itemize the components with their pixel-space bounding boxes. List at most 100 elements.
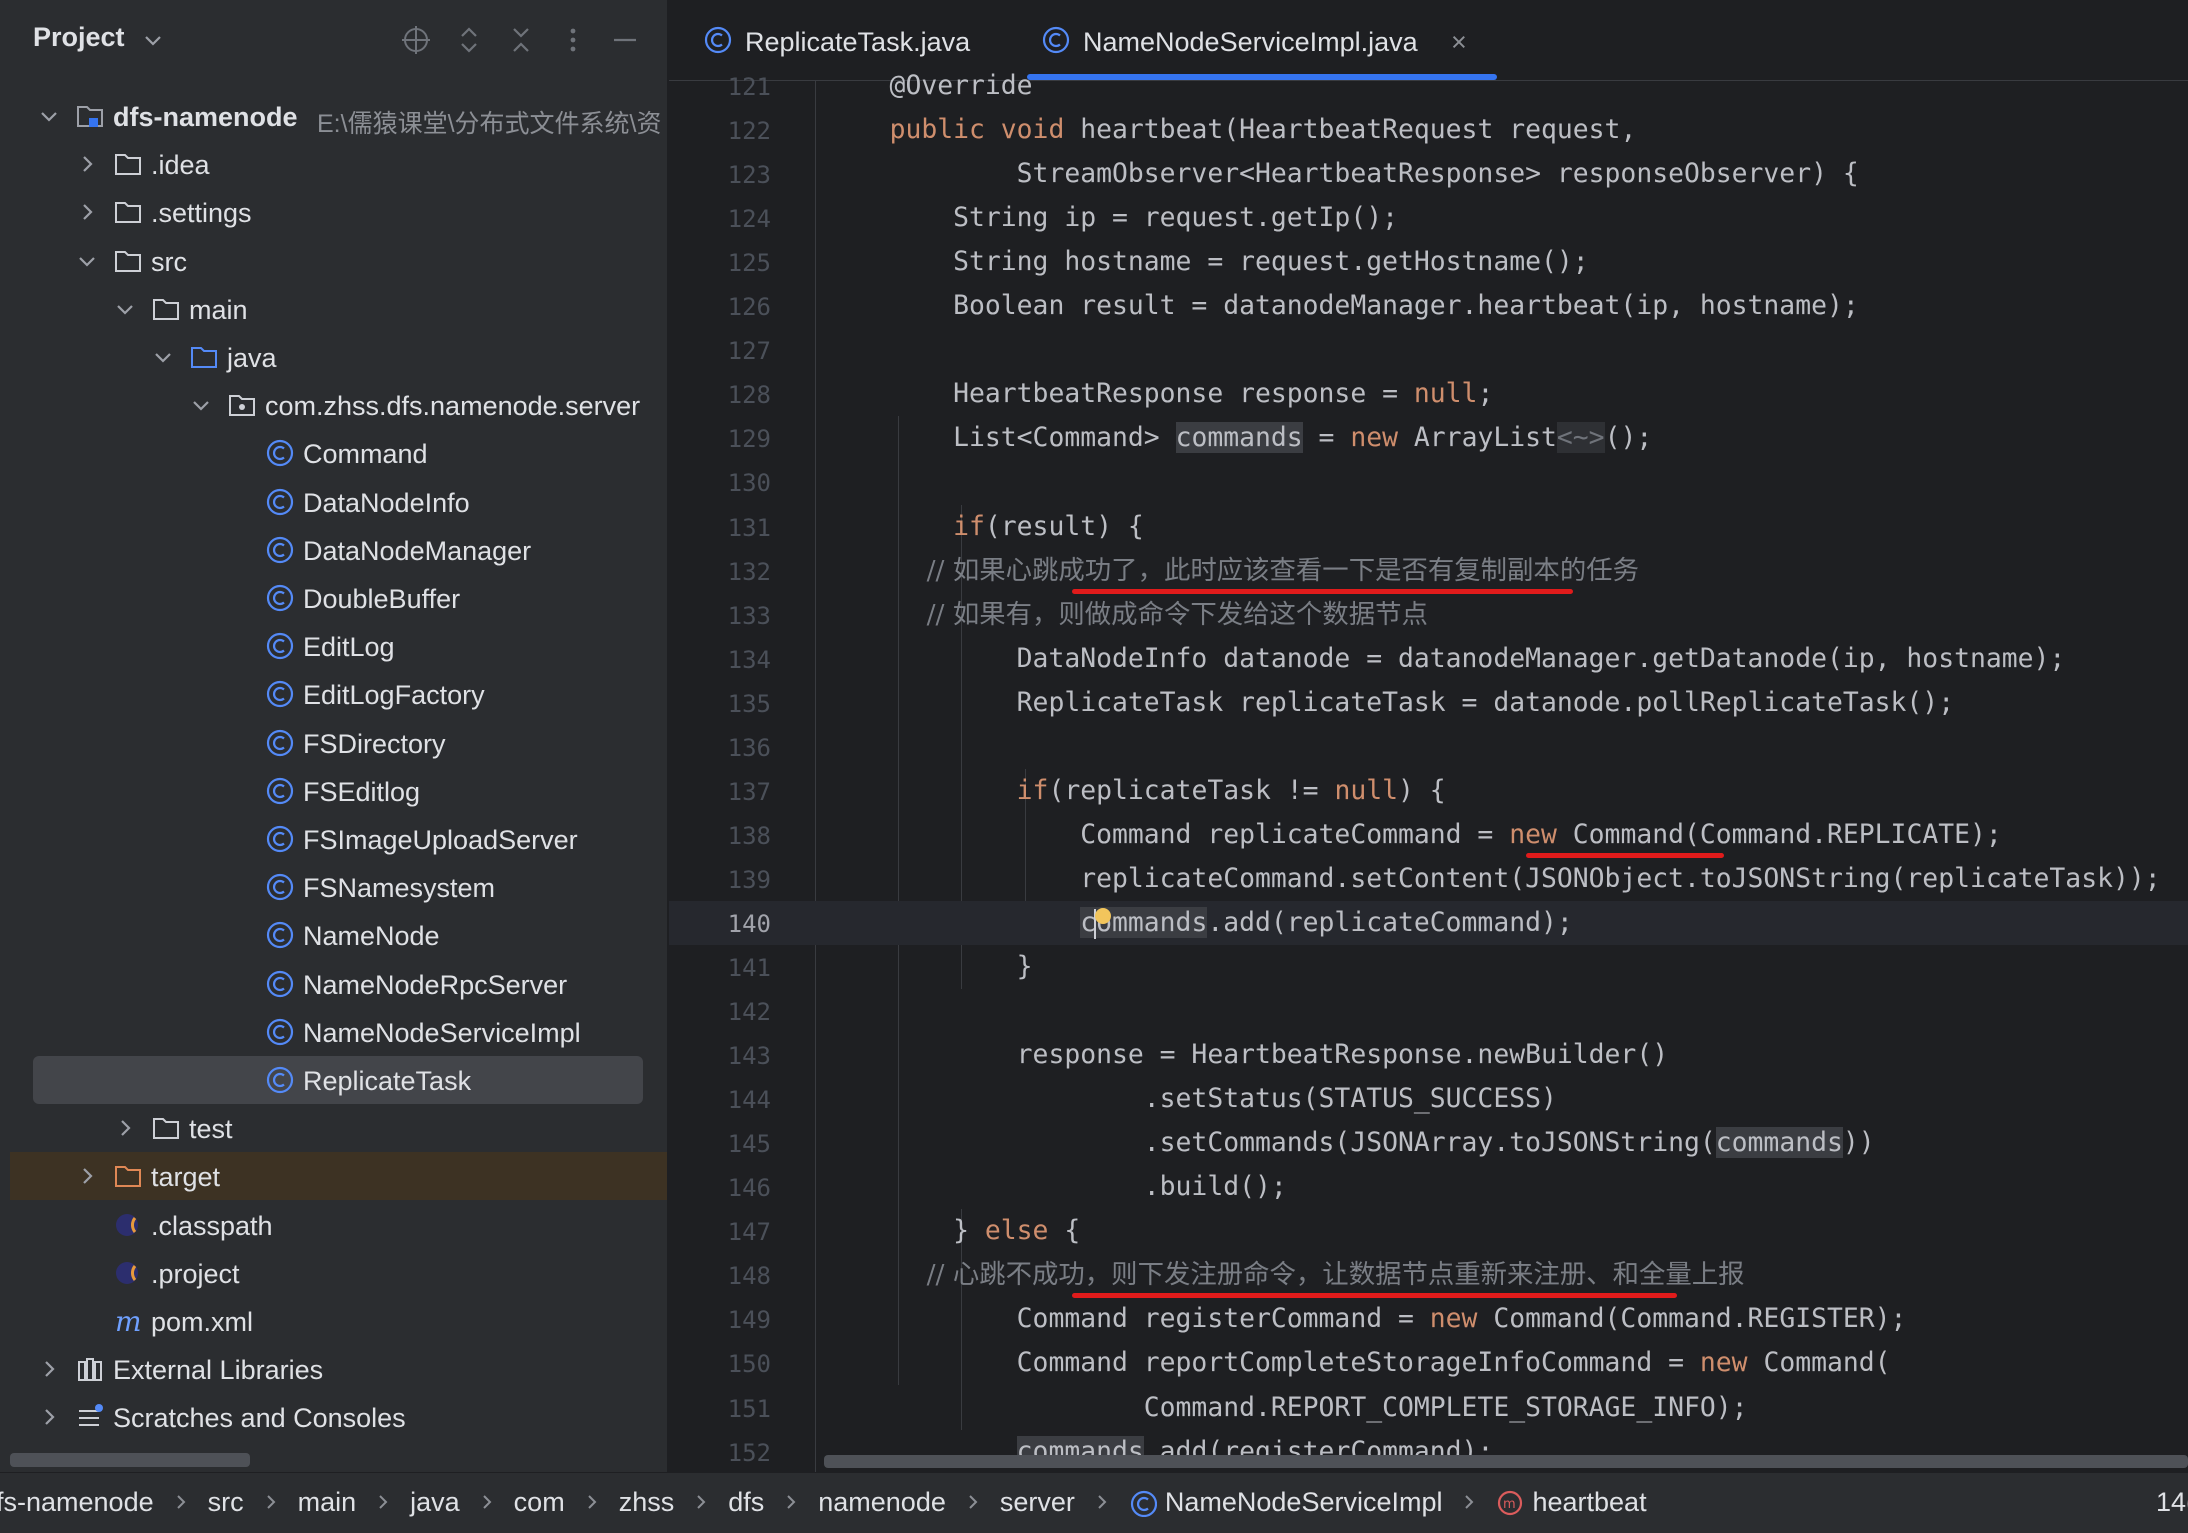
breadcrumb-item[interactable]: zhss (619, 1487, 675, 1518)
caret-position[interactable]: 14( (2156, 1487, 2188, 1518)
project-scrollbar[interactable] (10, 1453, 250, 1467)
tree-item[interactable]: FSImageUploadServer (0, 815, 667, 863)
tree-item[interactable]: .project (0, 1249, 667, 1297)
tree-item[interactable]: .classpath (0, 1201, 667, 1249)
code-line[interactable]: 150 Command reportCompleteStorageInfoCom… (669, 1341, 2188, 1385)
tree-item[interactable]: Command (0, 429, 667, 477)
code-line[interactable]: 149 Command registerCommand = new Comman… (669, 1297, 2188, 1341)
tree-item[interactable]: test (0, 1104, 667, 1152)
collapse-all-icon[interactable] (505, 24, 537, 56)
breadcrumb-item[interactable]: com (514, 1487, 565, 1518)
tree-item[interactable]: DataNodeManager (0, 526, 667, 574)
chevron-right-icon[interactable] (75, 1164, 99, 1188)
code-line[interactable]: 148 // 心跳不成功，则下发注册命令，让数据节点重新来注册、和全量上报 (669, 1253, 2188, 1297)
hide-panel-icon[interactable] (609, 24, 641, 56)
code-line[interactable]: 136 (669, 725, 2188, 769)
tree-item[interactable]: EditLogFactory (0, 670, 667, 718)
editor-horizontal-scrollbar[interactable] (824, 1455, 2188, 1468)
tree-item[interactable]: m pom.xml (0, 1297, 667, 1345)
tree-item[interactable]: src (0, 237, 667, 285)
project-view-selector[interactable]: Project (33, 22, 125, 53)
chevron-down-icon[interactable] (189, 393, 213, 417)
code-line[interactable]: 140 commands.add(replicateCommand); (669, 900, 2188, 945)
breadcrumb-item[interactable]: java (410, 1487, 460, 1518)
code-line[interactable]: 122 public void heartbeat(HeartbeatReque… (669, 108, 2188, 152)
breadcrumb-item[interactable]: dfs (728, 1487, 764, 1518)
locate-icon[interactable] (400, 24, 432, 56)
tree-item[interactable]: Scratches and Consoles (0, 1393, 667, 1441)
code-line[interactable]: 137 if(replicateTask != null) { (669, 769, 2188, 813)
code-text: // 如果心跳成功了，此时应该查看一下是否有复制副本的任务 (826, 549, 1639, 593)
code-line[interactable]: 128 HeartbeatResponse response = null; (669, 372, 2188, 416)
tree-item-label: ReplicateTask (303, 1066, 472, 1096)
code-line[interactable]: 145 .setCommands(JSONArray.toJSONString(… (669, 1121, 2188, 1165)
chevron-right-icon[interactable] (113, 1116, 137, 1140)
breadcrumb-item[interactable]: server (1000, 1487, 1075, 1518)
code-text: if(result) { (826, 505, 1144, 549)
code-line[interactable]: 134 DataNodeInfo datanode = datanodeMana… (669, 637, 2188, 681)
chevron-right-icon[interactable] (75, 152, 99, 176)
line-number: 138 (727, 821, 771, 850)
tree-item[interactable]: EditLog (0, 622, 667, 670)
code-editor[interactable]: 121 @Override 122 public void heartbeat(H… (669, 70, 2188, 1472)
code-line[interactable]: 135 ReplicateTask replicateTask = datano… (669, 681, 2188, 725)
tree-item[interactable]: NameNodeServiceImpl (0, 1008, 667, 1056)
code-line[interactable]: 129 List<Command> commands = new ArrayLi… (669, 416, 2188, 460)
tree-item[interactable]: DataNodeInfo (0, 478, 667, 526)
tree-item[interactable]: target (10, 1152, 667, 1201)
tree-item[interactable]: FSEditlog (0, 767, 667, 815)
tree-item[interactable]: dfs-namenode E:\儒猿课堂\分布式文件系统\资 (0, 92, 667, 140)
code-line[interactable]: 146 .build(); (669, 1165, 2188, 1209)
tree-item[interactable]: NameNode (0, 911, 667, 959)
tree-item[interactable]: main (0, 285, 667, 333)
code-line[interactable]: 139 replicateCommand.setContent(JSONObje… (669, 857, 2188, 901)
chevron-right-icon[interactable] (75, 200, 99, 224)
tree-item[interactable]: FSNamesystem (0, 863, 667, 911)
tree-item[interactable]: DoubleBuffer (0, 574, 667, 622)
code-line[interactable]: 143 response = HeartbeatResponse.newBuil… (669, 1033, 2188, 1077)
breadcrumb-item[interactable]: heartbeat (1532, 1487, 1646, 1518)
tree-item[interactable]: java (0, 333, 667, 381)
tree-item[interactable]: ReplicateTask (33, 1056, 643, 1104)
chevron-right-icon[interactable] (37, 1405, 61, 1429)
code-line[interactable]: 131 if(result) { (669, 505, 2188, 549)
breadcrumb-item[interactable]: namenode (818, 1487, 946, 1518)
intention-bulb-icon[interactable] (1093, 907, 1113, 927)
chevron-down-icon[interactable] (37, 104, 61, 128)
chevron-down-icon[interactable] (151, 345, 175, 369)
breadcrumb-item[interactable]: fs-namenode (0, 1487, 154, 1518)
class-icon (266, 970, 294, 997)
code-line[interactable]: 144 .setStatus(STATUS_SUCCESS) (669, 1077, 2188, 1121)
code-line[interactable]: 121 @Override (669, 64, 2188, 108)
tree-item[interactable]: NameNodeRpcServer (0, 960, 667, 1008)
tree-item[interactable]: FSDirectory (0, 719, 667, 767)
code-line[interactable]: 132 // 如果心跳成功了，此时应该查看一下是否有复制副本的任务 (669, 549, 2188, 593)
breadcrumb-item[interactable]: main (298, 1487, 357, 1518)
code-line[interactable]: 127 (669, 328, 2188, 372)
code-line[interactable]: 130 (669, 460, 2188, 504)
chevron-down-icon[interactable] (141, 28, 165, 52)
tree-item[interactable]: External Libraries (0, 1345, 667, 1393)
breadcrumb-item[interactable]: src (208, 1487, 244, 1518)
code-line[interactable]: 133 // 如果有，则做成命令下发给这个数据节点 (669, 593, 2188, 637)
expand-all-icon[interactable] (453, 24, 485, 56)
close-icon[interactable]: × (1451, 27, 1467, 58)
code-line[interactable]: 141 } (669, 945, 2188, 989)
code-line[interactable]: 151 Command.REPORT_COMPLETE_STORAGE_INFO… (669, 1386, 2188, 1430)
code-line[interactable]: 123 StreamObserver<HeartbeatResponse> re… (669, 152, 2188, 196)
more-options-icon[interactable] (557, 24, 589, 56)
tree-item[interactable]: .idea (0, 140, 667, 188)
chevron-right-icon[interactable] (37, 1357, 61, 1381)
code-token: .setStatus(STATUS_SUCCESS) (826, 1083, 1557, 1115)
breadcrumb-item[interactable]: NameNodeServiceImpl (1165, 1487, 1443, 1518)
code-line[interactable]: 147 } else { (669, 1209, 2188, 1253)
code-line[interactable]: 142 (669, 989, 2188, 1033)
code-line[interactable]: 138 Command replicateCommand = new Comma… (669, 813, 2188, 857)
code-line[interactable]: 126 Boolean result = datanodeManager.hea… (669, 284, 2188, 328)
tree-item[interactable]: com.zhss.dfs.namenode.server (0, 381, 667, 429)
tree-item[interactable]: .settings (0, 188, 667, 236)
code-line[interactable]: 124 String ip = request.getIp(); (669, 196, 2188, 240)
chevron-down-icon[interactable] (113, 297, 137, 321)
chevron-down-icon[interactable] (75, 249, 99, 273)
code-line[interactable]: 125 String hostname = request.getHostnam… (669, 240, 2188, 284)
